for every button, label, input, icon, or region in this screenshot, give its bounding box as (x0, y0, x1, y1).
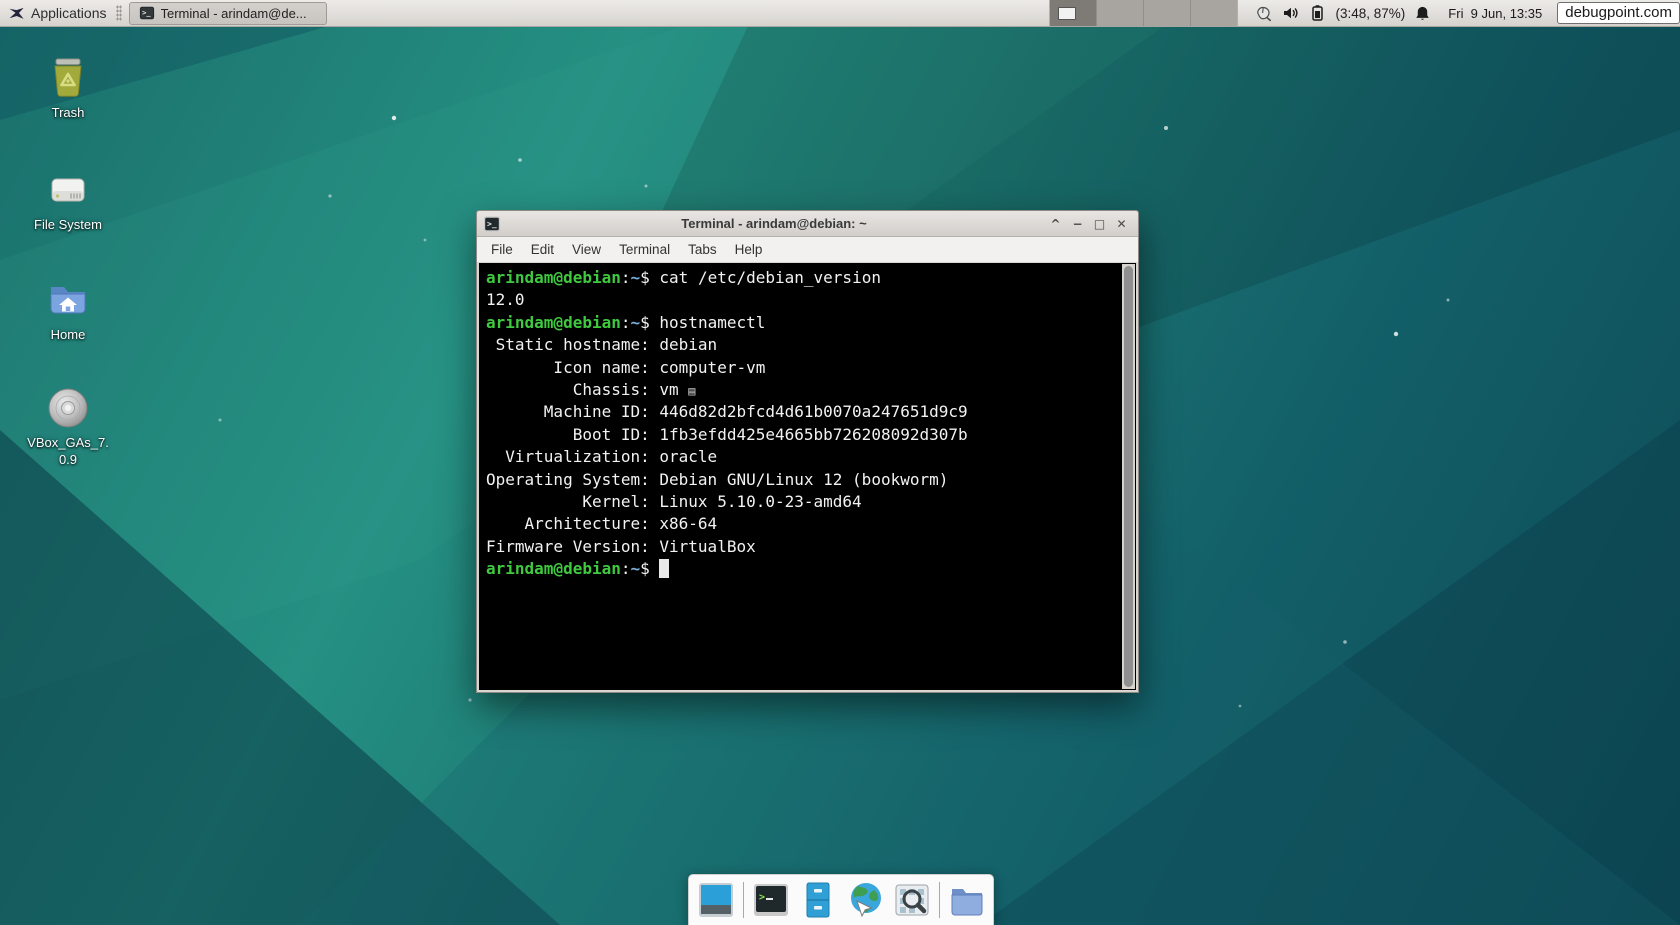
terminal-scrollbar[interactable] (1122, 264, 1135, 689)
dock-web-browser-button[interactable] (845, 880, 885, 920)
cd-disc-icon (44, 384, 92, 432)
home-folder-icon (44, 276, 92, 324)
terminal-line: arindam@debian:~$ cat /etc/debian_versio… (486, 267, 1116, 289)
terminal-line: Virtualization: oracle (486, 446, 1116, 468)
dock-show-desktop-button[interactable] (696, 880, 736, 920)
terminal-icon: >_ (139, 5, 155, 21)
workspace-switcher (1049, 0, 1238, 26)
workspace-4[interactable] (1191, 0, 1237, 26)
desktop-icon-label: VBox_GAs_7.0.9 (27, 435, 109, 469)
close-button[interactable]: ✕ (1113, 215, 1130, 233)
dock-separator (743, 882, 744, 918)
menu-help[interactable]: Help (726, 240, 772, 259)
taskbar-window-label: Terminal - arindam@de... (161, 6, 307, 21)
terminal-line: arindam@debian:~$ hostnamectl (486, 312, 1116, 334)
app-finder-icon (892, 880, 932, 920)
window-controls: ^−□ ✕ (1047, 215, 1130, 233)
terminal-line: Boot ID: 1fb3efdd425e4665bb726208092d307… (486, 424, 1116, 446)
dock: > (688, 874, 994, 925)
battery-icon[interactable] (1309, 4, 1327, 22)
hard-drive-icon (44, 166, 92, 214)
terminal-window: >_ Terminal - arindam@debian: ~ ^−□ ✕ Fil… (476, 210, 1139, 693)
maximize-button[interactable]: □ (1091, 215, 1108, 233)
system-tray: (3:48, 87%) Fri 9 Jun, 13:35 debugpoint.… (1254, 0, 1680, 26)
menu-tabs[interactable]: Tabs (679, 240, 726, 259)
terminal-line: Operating System: Debian GNU/Linux 12 (b… (486, 469, 1116, 491)
dock-file-cabinet-button[interactable] (798, 880, 838, 920)
battery-status-text: (3:48, 87%) (1336, 6, 1406, 21)
minimize-button[interactable]: − (1069, 215, 1086, 233)
trash-icon (44, 54, 92, 102)
top-panel: Applications >_ Terminal - arindam@de...… (0, 0, 1680, 27)
menu-edit[interactable]: Edit (522, 240, 563, 259)
terminal-output[interactable]: arindam@debian:~$ cat /etc/debian_versio… (486, 267, 1116, 690)
panel-clock[interactable]: Fri 9 Jun, 13:35 (1448, 6, 1542, 21)
terminal-screen[interactable]: arindam@debian:~$ cat /etc/debian_versio… (479, 263, 1136, 690)
desktop-icon-trash[interactable]: Trash (20, 54, 116, 122)
desktop-icon-label: Home (51, 327, 86, 344)
terminal-icon: > (751, 880, 791, 920)
terminal-line: Icon name: computer-vm (486, 357, 1116, 379)
workspace-3[interactable] (1144, 0, 1191, 26)
desktop-icon-vbox-gas-cd[interactable]: VBox_GAs_7.0.9 (20, 384, 116, 469)
globe-icon (845, 880, 885, 920)
window-titlebar[interactable]: >_ Terminal - arindam@debian: ~ ^−□ ✕ (477, 211, 1138, 237)
menu-view[interactable]: View (563, 240, 610, 259)
folder-icon (947, 880, 987, 920)
terminal-line: arindam@debian:~$ (486, 558, 1116, 580)
terminal-cursor (659, 559, 669, 578)
menu-terminal[interactable]: Terminal (610, 240, 679, 259)
dock-terminal-button[interactable]: > (751, 880, 791, 920)
dock-separator (939, 882, 940, 918)
svg-text:>: > (759, 892, 765, 903)
vbox-mouse-integration-icon[interactable] (1254, 4, 1273, 23)
terminal-line: Kernel: Linux 5.10.0-23-amd64 (486, 491, 1116, 513)
dock-app-finder-button[interactable] (892, 880, 932, 920)
terminal-icon: >_ (483, 215, 501, 233)
panel-handle[interactable] (116, 5, 122, 21)
menu-bar: FileEditViewTerminalTabsHelp (477, 237, 1138, 263)
workspace-1[interactable] (1050, 0, 1097, 26)
scrollbar-thumb[interactable] (1124, 266, 1133, 687)
terminal-line: Firmware Version: VirtualBox (486, 536, 1116, 558)
dock-file-manager-button[interactable] (947, 880, 987, 920)
terminal-line: Static hostname: debian (486, 334, 1116, 356)
terminal-line: Machine ID: 446d82d2bfcd4d61b0070a247651… (486, 401, 1116, 423)
taskbar-window-button[interactable]: >_ Terminal - arindam@de... (129, 2, 327, 25)
show-desktop-icon (696, 880, 736, 920)
terminal-line: Architecture: x86-64 (486, 513, 1116, 535)
desktop-icon-home[interactable]: Home (20, 276, 116, 344)
workspace-2[interactable] (1097, 0, 1144, 26)
volume-icon[interactable] (1282, 4, 1300, 22)
desktop-icon-label: Trash (52, 105, 85, 122)
desktop-icon-file-system[interactable]: File System (20, 166, 116, 234)
svg-text:>_: >_ (142, 8, 151, 17)
svg-text:>_: >_ (487, 219, 497, 228)
window-title: Terminal - arindam@debian: ~ (501, 216, 1047, 231)
desktop: Applications >_ Terminal - arindam@de...… (0, 0, 1680, 925)
applications-label: Applications (31, 5, 107, 21)
notification-bell-icon[interactable] (1414, 5, 1431, 22)
watermark-label: debugpoint.com (1557, 2, 1680, 24)
menu-file[interactable]: File (482, 240, 522, 259)
desktop-icon-label: File System (34, 217, 102, 234)
workspace-window-thumb (1058, 7, 1076, 20)
shade-button[interactable]: ^ (1047, 215, 1064, 233)
applications-menu-button[interactable]: Applications (0, 0, 113, 26)
file-cabinet-icon (798, 880, 838, 920)
xfce-logo-icon (8, 5, 25, 22)
terminal-line: Chassis: vm ▤ (486, 379, 1116, 401)
terminal-line: 12.0 (486, 289, 1116, 311)
